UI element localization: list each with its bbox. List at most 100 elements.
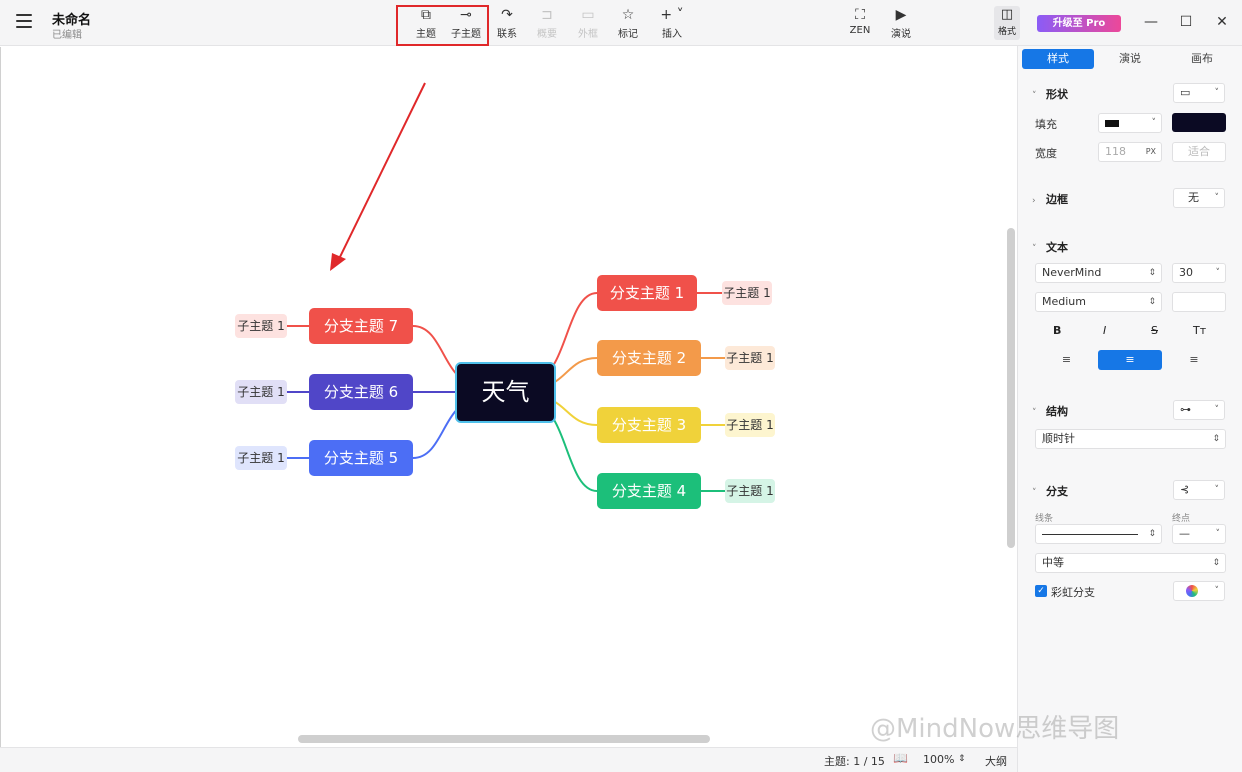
width-input[interactable]: 118 PX [1098,142,1162,162]
fill-style-select[interactable]: ˅ [1098,113,1162,133]
branch-topic-3[interactable]: 分支主题 3 [597,407,701,443]
branch-section-title[interactable]: ˅ 分支 [1032,483,1068,499]
mindmap-canvas[interactable]: 天气 分支主题 1 子主题 1 分支主题 2 子主题 1 分支主题 3 子主题 1 分支主题… [0,47,1017,747]
relation-button[interactable]: ↷ 联系 [485,6,529,42]
subtopic-label: 子主题 1 [726,351,774,365]
border-section-title[interactable]: › 边框 [1032,191,1068,207]
branch-topic-label: 分支主题 6 [323,383,399,401]
stepper-icon: ⇕ [1212,434,1220,444]
tab-present[interactable]: 演说 [1094,49,1166,69]
branch-title: 分支 [1046,485,1068,498]
subtopic-4[interactable]: 子主题 1 [725,479,775,503]
branch-topic-1[interactable]: 分支主题 1 [597,275,697,311]
rainbow-color-select[interactable]: ˅ [1173,581,1225,601]
zoom-stepper-icon[interactable]: ⇕ [958,754,966,764]
insert-button[interactable]: + ˅ 插入 [650,6,694,42]
tab-style[interactable]: 样式 [1022,49,1094,69]
border-title: 边框 [1046,193,1068,206]
subtopic-label: 子主题 1 [726,484,774,498]
structure-icon: ⊶ [1180,403,1191,416]
subtopic-label: 子主题 1 [237,385,285,399]
upgrade-pro-button[interactable]: 升级至 Pro [1037,15,1121,32]
branch-style-select[interactable]: ⊰ ˅ [1173,480,1225,500]
summary-label: 概要 [537,29,557,40]
chevron-down-icon: ˅ [1215,529,1221,539]
align-center-icon[interactable]: ≡ [1098,350,1162,370]
chevron-down-icon: ˅ [1214,88,1220,98]
font-weight-select[interactable]: Medium ⇕ [1035,292,1162,312]
star-icon: ☆ [621,7,635,23]
structure-section-title[interactable]: ˅ 结构 [1032,403,1068,419]
tab-canvas[interactable]: 画布 [1166,49,1238,69]
structure-direction-select[interactable]: 顺时针 ⇕ [1035,429,1226,449]
font-size-select[interactable]: 30 ˅ [1172,263,1226,283]
play-icon: ▶ [895,7,907,23]
branch-topic-4[interactable]: 分支主题 4 [597,473,701,509]
status-bar: 主题: 1 / 15 📖 100% ⇕ 大纲 [0,747,1017,772]
menu-icon[interactable] [16,14,32,28]
align-left-icon[interactable]: ≡ [1035,350,1098,370]
stepper-icon: ⇕ [1212,558,1220,568]
plus-icon: + ˅ [660,7,684,23]
subtopic-5[interactable]: 子主题 1 [235,446,287,470]
text-case-button[interactable]: Tт [1193,324,1206,337]
line-end-select[interactable]: — ˅ [1172,524,1226,544]
structure-layout-select[interactable]: ⊶ ˅ [1173,400,1225,420]
present-button[interactable]: ▶ 演说 [879,6,923,42]
zoom-level[interactable]: 100% [923,753,954,766]
chevron-down-icon: ˅ [1214,193,1220,203]
strikethrough-button[interactable]: S [1151,324,1158,337]
subtopic-label: 子主题 1 [723,286,771,300]
branch-topic-5[interactable]: 分支主题 5 [309,440,413,476]
line-style-select[interactable]: ⇕ [1035,524,1162,544]
subtopic-6[interactable]: 子主题 1 [235,380,287,404]
subtopic-label: 子主题 1 [237,319,285,333]
outline-button[interactable]: 大纲 [985,753,1007,769]
line-thickness-select[interactable]: 中等 ⇕ [1035,553,1226,573]
maximize-icon[interactable]: ☐ [1176,12,1196,32]
horizontal-scrollbar[interactable] [298,735,710,743]
text-section-title[interactable]: ˅ 文本 [1032,239,1068,255]
text-title: 文本 [1046,241,1068,254]
subtopic-2[interactable]: 子主题 1 [725,346,775,370]
rainbow-branch-checkbox[interactable]: ✓ [1035,585,1047,597]
chevron-down-icon: ˅ [1032,244,1037,254]
vertical-scrollbar[interactable] [1007,228,1015,548]
shape-title: 形状 [1046,88,1068,101]
subtopic-3[interactable]: 子主题 1 [725,413,775,437]
bold-button[interactable]: B [1053,324,1061,337]
shape-select[interactable]: ▭ ˅ [1173,83,1225,103]
shape-section-title[interactable]: ˅ 形状 [1032,86,1068,102]
minimize-icon[interactable]: — [1141,12,1161,32]
watermark: @MindNow思维导图 [870,714,1120,744]
close-icon[interactable]: ✕ [1212,12,1232,32]
present-label: 演说 [891,29,911,40]
summary-button[interactable]: ⊐ 概要 [525,6,569,42]
boundary-button[interactable]: ▭ 外框 [566,6,610,42]
fit-button[interactable]: 适合 [1172,142,1226,162]
subtopic-7[interactable]: 子主题 1 [235,314,287,338]
marker-button[interactable]: ☆ 标记 [606,6,650,42]
fill-color-swatch[interactable] [1172,113,1226,132]
color-wheel-icon [1186,585,1198,597]
subtopic-label: 子主题 1 [726,418,774,432]
font-family-value: NeverMind [1042,266,1102,279]
border-select[interactable]: 无 ˅ [1173,188,1225,208]
end-label: 终点 [1172,514,1191,524]
text-color-swatch[interactable] [1172,292,1226,312]
zen-label: ZEN [849,25,871,36]
rainbow-branch-label: 彩虹分支 [1051,586,1095,599]
zen-button[interactable]: ⛶ ZEN [838,6,882,42]
branch-topic-2[interactable]: 分支主题 2 [597,340,701,376]
book-icon[interactable]: 📖 [893,751,908,765]
branch-topic-6[interactable]: 分支主题 6 [309,374,413,410]
align-right-icon[interactable]: ≡ [1162,350,1226,370]
branch-topic-7[interactable]: 分支主题 7 [309,308,413,344]
central-topic[interactable]: 天气 [455,362,556,423]
font-family-select[interactable]: NeverMind ⇕ [1035,263,1162,283]
document-status: 已编辑 [52,30,82,41]
format-panel-button[interactable]: ◫ 格式 [994,6,1020,40]
italic-button[interactable]: I [1103,324,1106,337]
boundary-icon: ▭ [581,7,595,23]
subtopic-1[interactable]: 子主题 1 [722,281,772,305]
